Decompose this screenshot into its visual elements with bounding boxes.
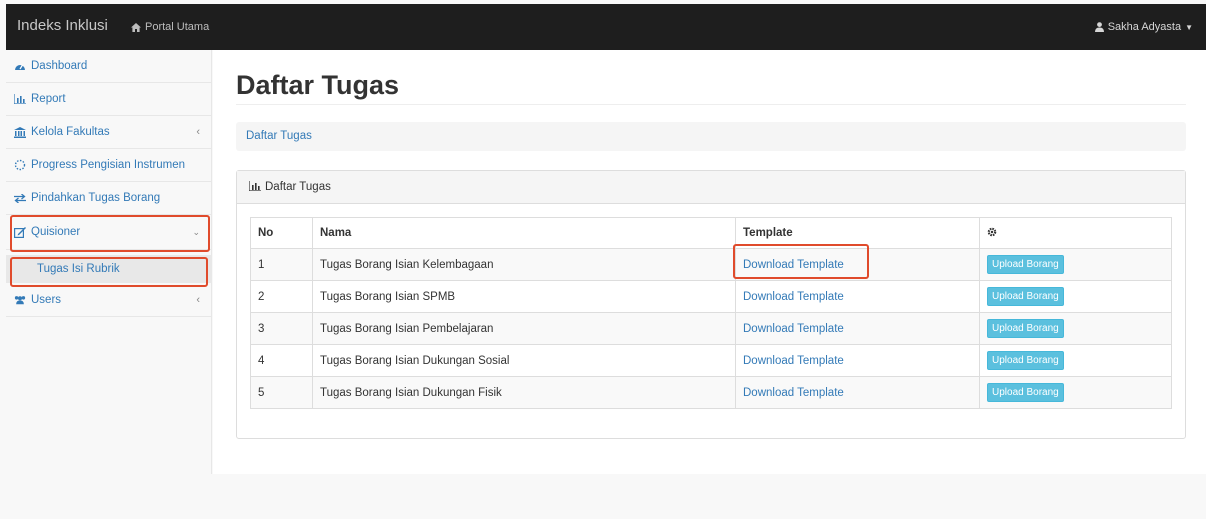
- page-title: Daftar Tugas: [236, 70, 400, 100]
- title-divider: [236, 104, 1186, 105]
- top-navbar: Indeks Inklusi Portal Utama Sakha Adyast…: [6, 4, 1206, 50]
- institution-icon: [14, 126, 26, 138]
- download-template-link[interactable]: Download Template: [743, 387, 844, 399]
- sidebar-item-label: Quisioner: [31, 226, 81, 238]
- cell-nama: Tugas Borang Isian Dukungan Fisik: [312, 376, 736, 409]
- sidebar-item-kelola-fakultas[interactable]: Kelola Fakultas ‹: [6, 116, 212, 149]
- chevron-left-icon: ‹: [196, 294, 200, 306]
- home-icon: [131, 22, 141, 32]
- edit-icon: [14, 226, 26, 238]
- chevron-left-icon: ‹: [196, 126, 200, 138]
- sidebar-item-dashboard[interactable]: Dashboard: [6, 50, 212, 83]
- table-row: 5 Tugas Borang Isian Dukungan Fisik Down…: [250, 376, 1172, 409]
- dashboard-icon: [14, 61, 26, 71]
- sidebar-item-label: Dashboard: [31, 60, 88, 72]
- tasks-panel: Daftar Tugas No Nama Template 1 Tugas Bo…: [236, 170, 1186, 439]
- upload-borang-button[interactable]: Upload Borang: [987, 351, 1064, 370]
- table-row: 2 Tugas Borang Isian SPMB Download Templ…: [250, 280, 1172, 313]
- gear-icon: [987, 227, 997, 236]
- sidebar-item-label: Progress Pengisian Instrumen: [31, 159, 186, 171]
- download-template-link[interactable]: Download Template: [743, 323, 844, 335]
- panel-heading: Daftar Tugas: [237, 171, 1185, 204]
- download-template-link[interactable]: Download Template: [743, 259, 844, 271]
- user-menu[interactable]: Sakha Adyasta ▼: [1094, 21, 1193, 33]
- exchange-icon: [14, 193, 26, 203]
- spinner-icon: [14, 159, 26, 171]
- caret-down-icon: ▼: [1185, 22, 1193, 32]
- users-icon: [14, 295, 26, 305]
- cell-nama: Tugas Borang Isian Pembelajaran: [312, 312, 736, 345]
- cell-nama: Tugas Borang Isian Dukungan Sosial: [312, 344, 736, 377]
- sidebar-item-pindahkan[interactable]: Pindahkan Tugas Borang: [6, 182, 212, 215]
- main-content: Daftar Tugas Daftar Tugas Daftar Tugas N…: [213, 50, 1206, 474]
- upload-borang-button[interactable]: Upload Borang: [987, 255, 1064, 274]
- user-name: Sakha Adyasta: [1107, 21, 1182, 33]
- portal-utama-link[interactable]: Portal Utama: [131, 21, 209, 33]
- upload-borang-button[interactable]: Upload Borang: [987, 287, 1064, 306]
- chevron-down-icon: ⌄: [192, 226, 200, 237]
- table-row: 4 Tugas Borang Isian Dukungan Sosial Dow…: [250, 344, 1172, 377]
- column-header-actions: [979, 217, 1172, 249]
- cell-no: 4: [250, 344, 313, 377]
- column-header-template: Template: [735, 217, 980, 249]
- breadcrumb: Daftar Tugas: [236, 122, 1186, 151]
- cell-no: 1: [250, 248, 313, 281]
- download-template-link[interactable]: Download Template: [743, 355, 844, 367]
- portal-utama-label: Portal Utama: [145, 21, 210, 33]
- sidebar: Dashboard Report Kelola Fakultas ‹ Progr…: [6, 50, 212, 474]
- cell-nama: Tugas Borang Isian Kelembagaan: [312, 248, 736, 281]
- cell-no: 2: [250, 280, 313, 313]
- cell-no: 3: [250, 312, 313, 345]
- cell-nama: Tugas Borang Isian SPMB: [312, 280, 736, 313]
- sidebar-item-label: Pindahkan Tugas Borang: [31, 192, 161, 204]
- cell-no: 5: [250, 376, 313, 409]
- sidebar-subitem-tugas-isi-rubrik[interactable]: Tugas Isi Rubrik: [6, 255, 212, 283]
- bar-chart-icon: [14, 94, 26, 104]
- sidebar-item-progress[interactable]: Progress Pengisian Instrumen: [6, 149, 212, 182]
- brand-link[interactable]: Indeks Inklusi: [17, 17, 108, 34]
- download-template-link[interactable]: Download Template: [743, 291, 844, 303]
- sidebar-item-label: Kelola Fakultas: [31, 126, 110, 138]
- column-header-no: No: [250, 217, 313, 249]
- breadcrumb-link[interactable]: Daftar Tugas: [246, 130, 312, 142]
- tasks-table: No Nama Template 1 Tugas Borang Isian Ke…: [250, 217, 1172, 409]
- sidebar-item-report[interactable]: Report: [6, 83, 212, 116]
- panel-title: Daftar Tugas: [265, 181, 331, 193]
- sidebar-item-label: Report: [31, 93, 66, 105]
- upload-borang-button[interactable]: Upload Borang: [987, 383, 1064, 402]
- user-icon: [1094, 22, 1104, 32]
- sidebar-subitem-label: Tugas Isi Rubrik: [37, 263, 120, 275]
- sidebar-item-quisioner[interactable]: Quisioner ⌄: [6, 215, 212, 250]
- table-row: 1 Tugas Borang Isian Kelembagaan Downloa…: [250, 248, 1172, 281]
- sidebar-item-label: Users: [31, 294, 62, 306]
- bar-chart-icon: [248, 180, 261, 194]
- table-row: 3 Tugas Borang Isian Pembelajaran Downlo…: [250, 312, 1172, 345]
- upload-borang-button[interactable]: Upload Borang: [987, 319, 1064, 338]
- column-header-nama: Nama: [312, 217, 736, 249]
- table-header-row: No Nama Template: [250, 217, 1172, 249]
- sidebar-item-users[interactable]: Users ‹: [6, 284, 212, 317]
